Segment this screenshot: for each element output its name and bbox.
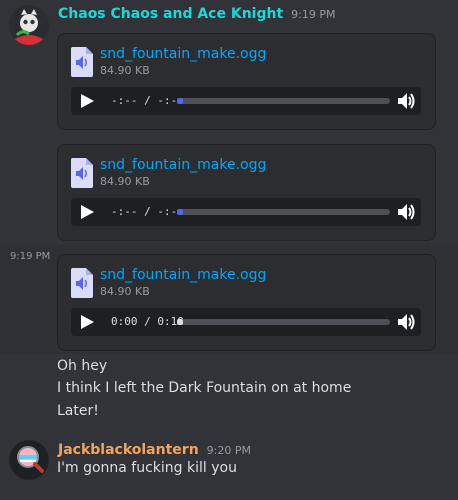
audio-file-icon <box>71 158 93 188</box>
audio-progress-knob[interactable] <box>177 209 183 215</box>
attachment-size: 84.90 KB <box>100 64 150 77</box>
audio-attachment: snd_fountain_make.ogg 84.90 KB -:-- / -:… <box>57 144 436 241</box>
attachment-size: 84.90 KB <box>100 175 150 188</box>
side-timestamp: 9:19 PM <box>10 251 51 262</box>
audio-player: -:-- / -:-- <box>71 87 421 115</box>
avatar-jackblackolantern[interactable] <box>9 440 49 480</box>
message-text: Oh hey <box>57 358 108 374</box>
attachment-size: 84.90 KB <box>100 285 150 298</box>
username-chaos-chaos[interactable]: Chaos Chaos and Ace Knight <box>58 6 283 22</box>
play-icon[interactable] <box>79 93 95 109</box>
message-text: I'm gonna fucking kill you <box>57 460 237 476</box>
message-timestamp: 9:20 PM <box>206 444 251 457</box>
audio-player: -:-- / -:-- <box>71 198 421 226</box>
play-icon[interactable] <box>79 314 95 330</box>
audio-progress-track[interactable] <box>177 98 390 104</box>
volume-icon[interactable] <box>396 312 416 332</box>
audio-time: 0:00 / 0:10 <box>111 315 184 328</box>
audio-file-icon <box>71 47 93 77</box>
attachment-filename[interactable]: snd_fountain_make.ogg <box>100 46 266 62</box>
audio-time: -:-- / -:-- <box>111 205 184 218</box>
volume-icon[interactable] <box>396 202 416 222</box>
audio-attachment: snd_fountain_make.ogg 84.90 KB 0:00 / 0:… <box>57 254 436 351</box>
play-icon[interactable] <box>79 204 95 220</box>
avatar-chaos-chaos[interactable] <box>9 5 49 45</box>
message-text: Later! <box>57 403 99 419</box>
audio-progress-track[interactable] <box>177 209 390 215</box>
audio-player: 0:00 / 0:10 <box>71 308 421 336</box>
audio-attachment: snd_fountain_make.ogg 84.90 KB -:-- / -:… <box>57 33 436 130</box>
message-timestamp: 9:19 PM <box>291 8 336 21</box>
username-jackblackolantern[interactable]: Jackblackolantern <box>58 442 199 458</box>
audio-progress-knob[interactable] <box>177 319 183 325</box>
audio-file-icon <box>71 268 93 298</box>
volume-icon[interactable] <box>396 91 416 111</box>
audio-progress-track[interactable] <box>177 319 390 325</box>
attachment-filename[interactable]: snd_fountain_make.ogg <box>100 157 266 173</box>
message-text: I think I left the Dark Fountain on at h… <box>57 380 352 396</box>
audio-time: -:-- / -:-- <box>111 94 184 107</box>
attachment-filename[interactable]: snd_fountain_make.ogg <box>100 267 266 283</box>
audio-progress-knob[interactable] <box>177 98 183 104</box>
